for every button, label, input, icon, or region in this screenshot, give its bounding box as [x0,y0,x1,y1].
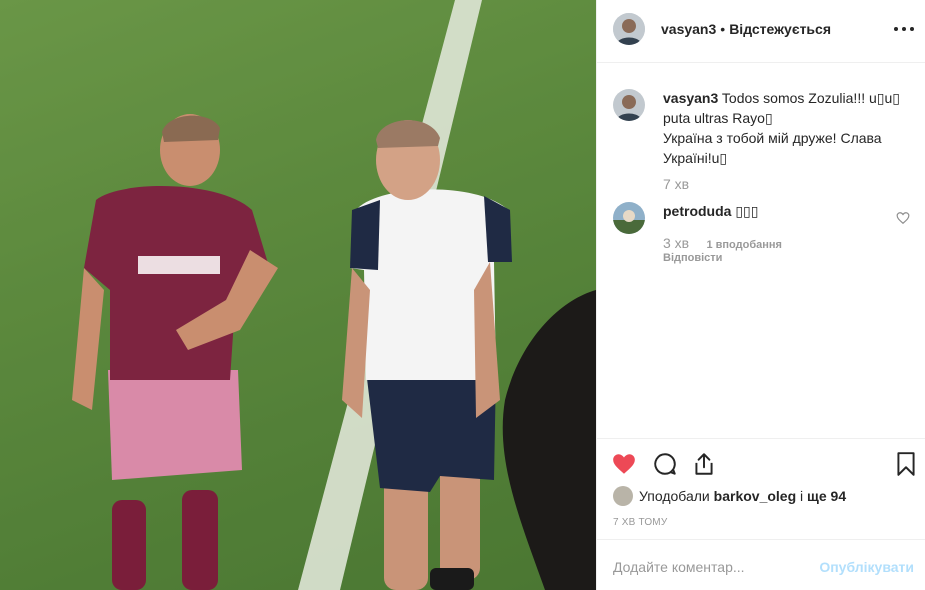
more-options-icon[interactable] [894,22,914,36]
post-header: vasyan3 • Відстежується [597,0,925,63]
like-heart-icon[interactable] [611,451,637,477]
save-bookmark-icon[interactable] [893,451,919,477]
author-avatar[interactable] [613,13,645,45]
comment-input[interactable]: Додайте коментар... [613,559,745,575]
comment-likes[interactable]: 1 вподобання [706,239,781,251]
avatar-image [613,13,645,45]
reply-button[interactable]: Відповісти [663,252,722,264]
comment-username[interactable]: vasyan3 [663,90,718,106]
comment-meta: 3 хв 1 вподобання [663,235,782,251]
share-icon[interactable] [691,451,717,477]
comment-icon[interactable] [652,451,678,477]
photo-illustration [0,0,596,590]
commenter-avatar[interactable] [613,202,645,234]
post-comment-button[interactable]: Опублікувати [819,559,914,575]
post-photo[interactable] [0,0,596,590]
comment-line: Україні!u▯ [663,150,728,166]
comments-list: vasyan3 Todos somos Zozulia!!! u▯u▯ puta… [597,64,925,438]
separator-dot: • [720,21,726,37]
add-comment-form: Додайте коментар... Опублікувати [597,539,925,590]
comment-time[interactable]: 7 хв [663,176,689,192]
comment-line: ▯▯▯ [735,203,759,219]
liked-by: Уподобали barkov_oleg і ще 94 [613,486,846,507]
comment-line: Україна з тобой мій друже! Слава [663,130,882,146]
comment-meta: 7 хв [663,176,689,192]
post-sidebar: vasyan3 • Відстежується vasyan3 Todos so… [596,0,925,590]
comment-text: petroduda ▯▯▯ [663,201,903,221]
liker-username[interactable]: barkov_oleg [714,488,796,504]
post-view: vasyan3 • Відстежується vasyan3 Todos so… [0,0,925,590]
liked-connector: і [800,488,804,504]
avatar-image [613,202,645,234]
avatar-image [613,89,645,121]
author-username[interactable]: vasyan3 [661,21,716,37]
comment-username[interactable]: petroduda [663,203,731,219]
commenter-avatar[interactable] [613,89,645,121]
liker-avatar[interactable] [613,486,633,507]
post-timestamp[interactable]: 7 ХВ ТОМУ [613,517,667,528]
likes-count-link[interactable]: ще 94 [807,488,846,504]
comment-time[interactable]: 3 хв [663,235,689,251]
liked-prefix: Уподобали [639,488,710,504]
comment-line: Todos somos Zozulia!!! u▯u▯ [721,90,900,106]
author-line: vasyan3 • Відстежується [661,21,831,37]
comment-line: puta ultras Rayo▯ [663,110,773,126]
comment-text: vasyan3 Todos somos Zozulia!!! u▯u▯ puta… [663,88,903,168]
comment-like-icon[interactable] [896,211,910,225]
follow-status-button[interactable]: Відстежується [729,21,831,37]
